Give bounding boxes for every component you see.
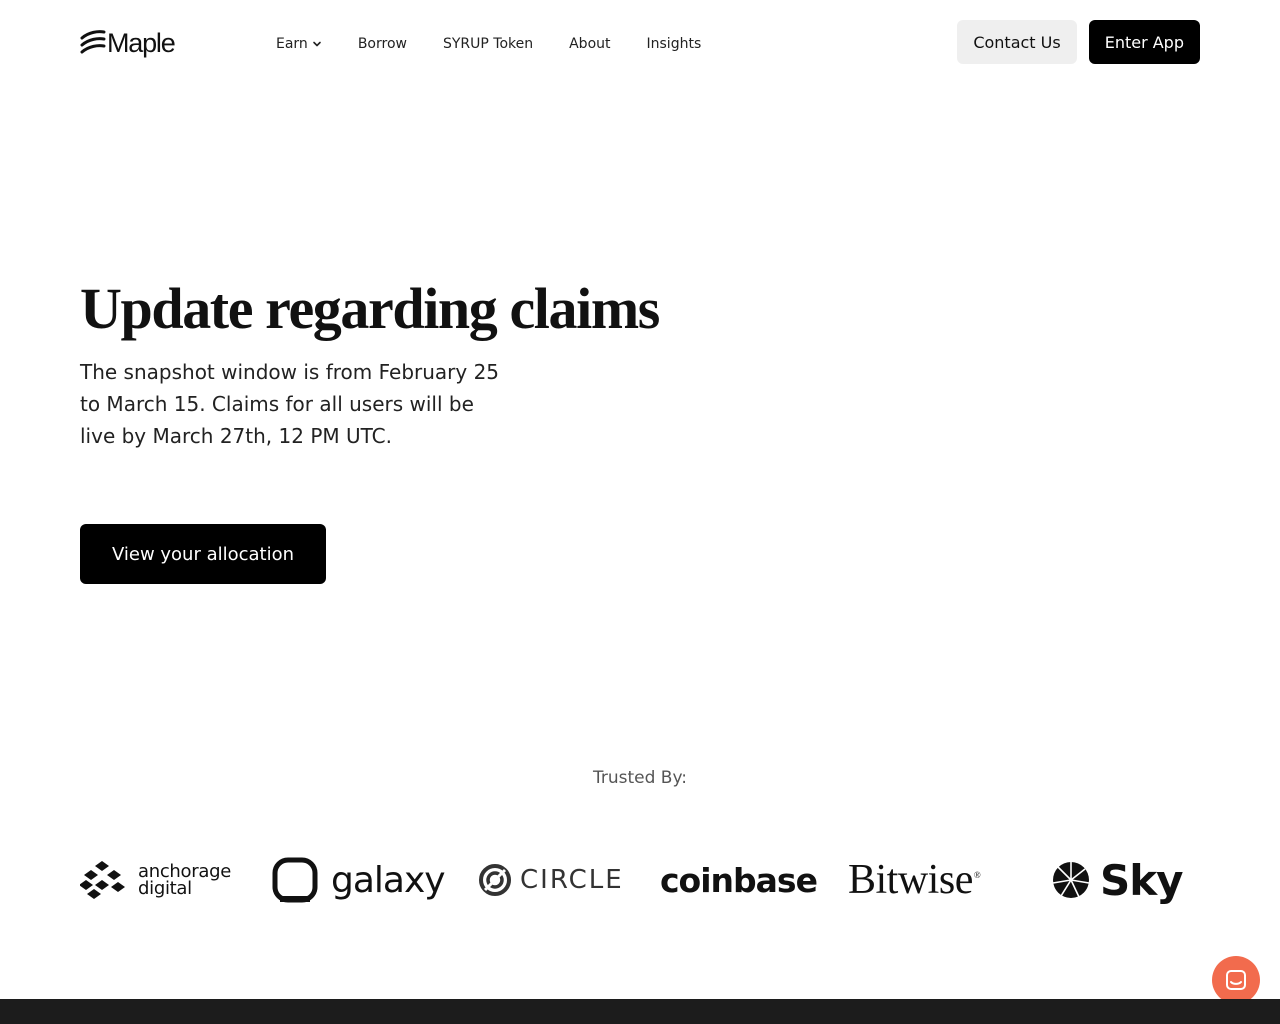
trusted-by-label: Trusted By: xyxy=(592,768,688,788)
coinbase-wordmark: coinbase xyxy=(660,860,818,900)
partner-galaxy: galaxy xyxy=(271,848,446,912)
partner-coinbase: coinbase xyxy=(660,848,818,912)
galaxy-wordmark: galaxy xyxy=(331,859,446,901)
circle-logo-icon xyxy=(479,864,511,896)
maple-logo-icon xyxy=(80,30,106,54)
partner-anchorage: anchorage digital xyxy=(80,848,231,912)
footer-strip xyxy=(0,999,1280,1024)
partner-sky: Sky xyxy=(1052,848,1184,912)
contact-us-button[interactable]: Contact Us xyxy=(957,20,1077,64)
anchorage-wordmark: anchorage digital xyxy=(138,863,231,899)
nav-item-borrow[interactable]: Borrow xyxy=(358,34,407,54)
enter-app-button[interactable]: Enter App xyxy=(1088,20,1200,64)
anchorage-name-line2: digital xyxy=(138,878,192,899)
bitwise-wordmark: Bitwise® xyxy=(848,856,981,904)
brand-name: Maple xyxy=(107,28,176,58)
sky-logo-icon xyxy=(1052,862,1090,898)
nav-item-about[interactable]: About xyxy=(569,34,610,54)
partner-logos: anchorage digital galaxy CIRCLE coinbase… xyxy=(0,848,1280,912)
chat-launcher-button[interactable] xyxy=(1212,956,1260,1004)
nav-item-label: Earn xyxy=(276,36,308,52)
registered-mark: ® xyxy=(973,870,981,880)
view-allocation-button[interactable]: View your allocation xyxy=(80,524,326,584)
nav-item-label: About xyxy=(569,36,611,52)
sky-wordmark: Sky xyxy=(1100,855,1184,905)
partner-circle: CIRCLE xyxy=(478,848,624,912)
maple-logo[interactable]: Maple xyxy=(80,28,176,58)
partner-bitwise: Bitwise® xyxy=(848,848,981,912)
nav-item-earn[interactable]: Earn xyxy=(276,34,322,54)
nav-item-syrup-token[interactable]: SYRUP Token xyxy=(443,34,533,54)
nav-actions: Contact Us Enter App xyxy=(957,20,1200,64)
nav-item-label: Insights xyxy=(646,36,702,52)
hero-description: The snapshot window is from February 25 … xyxy=(80,360,500,448)
nav-links: Earn Borrow SYRUP Token About Insights xyxy=(276,34,701,54)
galaxy-logo-icon xyxy=(272,857,318,903)
bitwise-name: Bitwise xyxy=(848,857,973,903)
nav-item-insights[interactable]: Insights xyxy=(647,34,702,54)
chevron-down-icon xyxy=(313,41,321,47)
circle-wordmark: CIRCLE xyxy=(520,865,624,895)
hero-title: Update regarding claims xyxy=(80,276,660,341)
nav-item-label: Borrow xyxy=(357,36,407,52)
nav-item-label: SYRUP Token xyxy=(442,36,534,52)
top-nav: Maple Earn Borrow SYRUP Token About Insi… xyxy=(0,0,1280,88)
anchorage-logo-icon xyxy=(80,861,125,899)
chat-icon xyxy=(1226,970,1246,990)
